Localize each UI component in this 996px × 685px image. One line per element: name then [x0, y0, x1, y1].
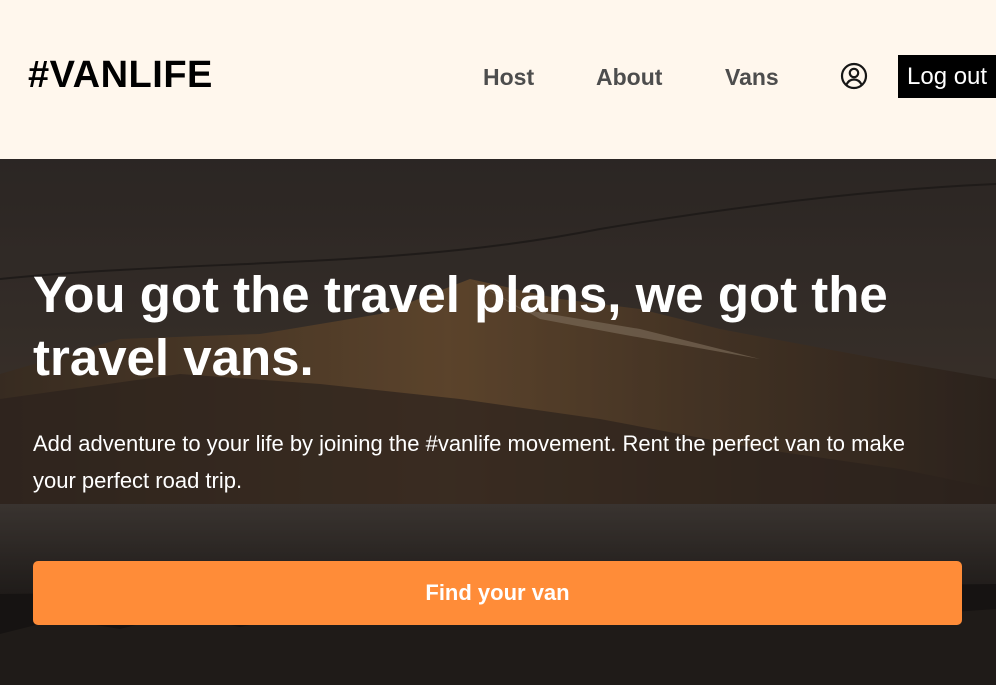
- nav-link-about[interactable]: About: [596, 64, 662, 91]
- nav-link-host[interactable]: Host: [483, 64, 534, 91]
- nav-link-vans[interactable]: Vans: [725, 64, 779, 91]
- hero-title: You got the travel plans, we got the tra…: [33, 266, 888, 386]
- hero-section: You got the travel plans, we got the tra…: [0, 159, 996, 685]
- find-your-van-button[interactable]: Find your van: [33, 561, 962, 625]
- site-logo[interactable]: #VANLIFE: [28, 54, 213, 97]
- user-circle-icon-svg: [840, 62, 868, 90]
- logout-button[interactable]: Log out: [898, 55, 996, 98]
- site-header: #VANLIFE Host About Vans Log out: [0, 0, 996, 159]
- hero-subtitle: Add adventure to your life by joining th…: [33, 431, 905, 493]
- user-circle-icon[interactable]: [840, 62, 868, 90]
